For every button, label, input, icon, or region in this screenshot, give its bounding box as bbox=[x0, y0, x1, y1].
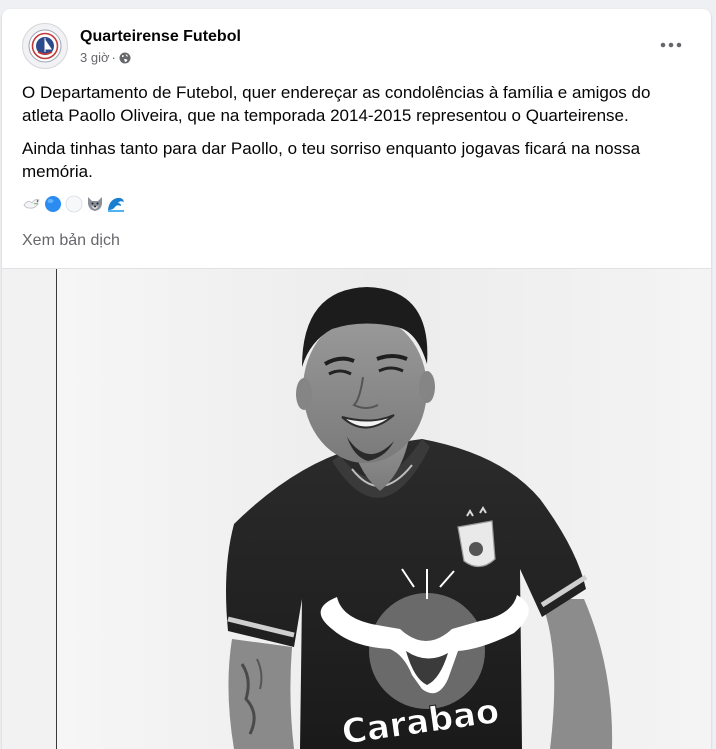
meta-separator: · bbox=[111, 49, 116, 65]
page-name[interactable]: Quarteirense Futebol bbox=[80, 27, 241, 47]
post-message: O Departamento de Futebol, quer endereça… bbox=[22, 81, 694, 215]
ellipsis-icon bbox=[660, 42, 682, 48]
club-crest-icon bbox=[28, 29, 62, 63]
water-wave-emoji bbox=[108, 197, 124, 212]
wolf-emoji bbox=[88, 197, 102, 211]
post-photo[interactable]: Carabao bbox=[2, 269, 711, 749]
photo-edge-line bbox=[56, 269, 57, 749]
blue-circle-emoji bbox=[45, 196, 61, 212]
emoji-row bbox=[22, 193, 694, 215]
dove-emoji bbox=[23, 199, 40, 209]
post-header: Quarteirense Futebol 3 giờ · bbox=[22, 22, 241, 70]
post-paragraph-2: Ainda tinhas tanto para dar Paollo, o te… bbox=[22, 139, 641, 181]
player-photo-illustration: Carabao bbox=[57, 269, 711, 749]
white-circle-emoji bbox=[65, 195, 83, 213]
post-meta: 3 giờ · bbox=[80, 50, 241, 66]
post-timestamp[interactable]: 3 giờ bbox=[80, 50, 110, 66]
see-translation-link[interactable]: Xem bản dịch bbox=[22, 232, 120, 250]
globe-icon[interactable] bbox=[119, 52, 131, 64]
more-options-button[interactable] bbox=[653, 31, 689, 59]
post-paragraph-1: O Departamento de Futebol, quer endereça… bbox=[22, 83, 651, 125]
post-card: Quarteirense Futebol 3 giờ · O Departame… bbox=[2, 9, 711, 749]
header-text: Quarteirense Futebol 3 giờ · bbox=[80, 27, 241, 66]
page-avatar[interactable] bbox=[22, 23, 68, 69]
